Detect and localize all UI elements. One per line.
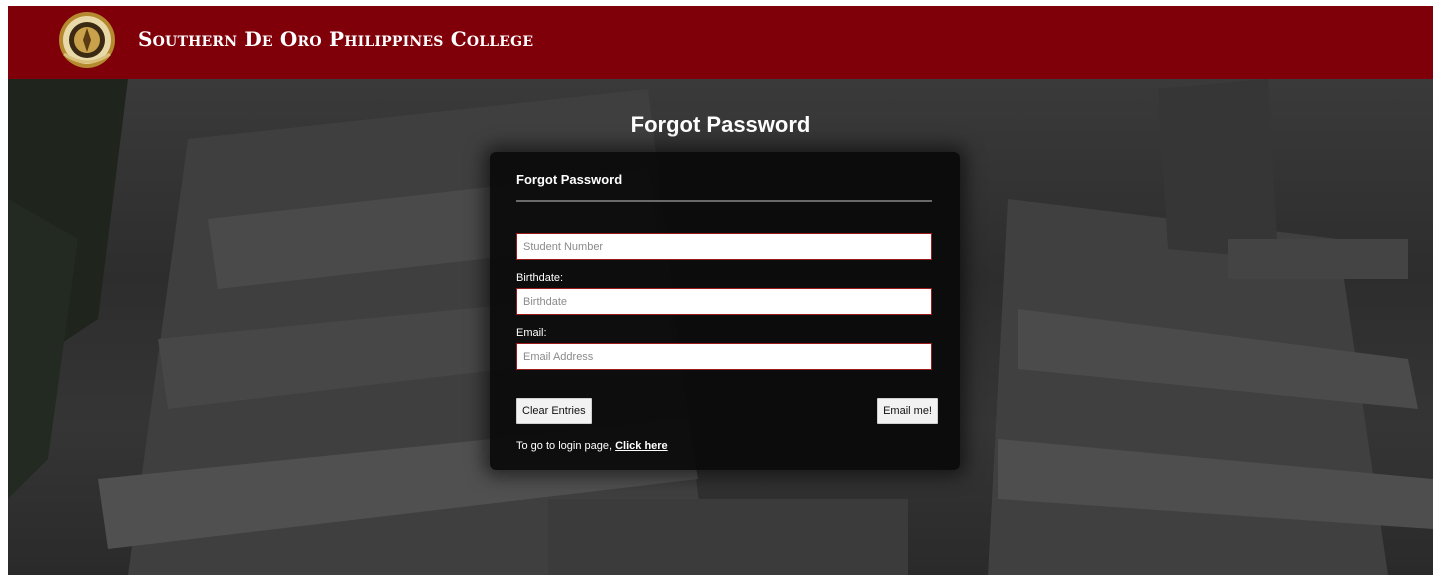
- login-prompt-text: To go to login page,: [516, 440, 613, 452]
- site-header: Southern De Oro Philippines College: [8, 6, 1433, 79]
- login-prompt: To go to login page, Click here: [516, 440, 668, 452]
- page-title: Forgot Password: [630, 112, 811, 137]
- email-label: Email:: [516, 327, 547, 339]
- email-me-button[interactable]: Email me!: [877, 398, 938, 424]
- college-seal-icon[interactable]: [56, 10, 118, 72]
- clear-entries-button[interactable]: Clear Entries: [516, 398, 592, 424]
- brand-title[interactable]: Southern De Oro Philippines College: [138, 27, 533, 51]
- email-input[interactable]: [516, 343, 932, 370]
- student-number-input[interactable]: [516, 233, 932, 260]
- forgot-password-card: Forgot Password Birthdate: Email: Clear …: [490, 152, 960, 470]
- card-title: Forgot Password: [516, 172, 623, 187]
- birthdate-input[interactable]: [516, 288, 932, 315]
- page-frame: Southern De Oro Philippines College Forg…: [8, 6, 1433, 575]
- card-divider: [516, 200, 932, 202]
- login-link[interactable]: Click here: [615, 440, 668, 452]
- birthdate-label: Birthdate:: [516, 272, 564, 284]
